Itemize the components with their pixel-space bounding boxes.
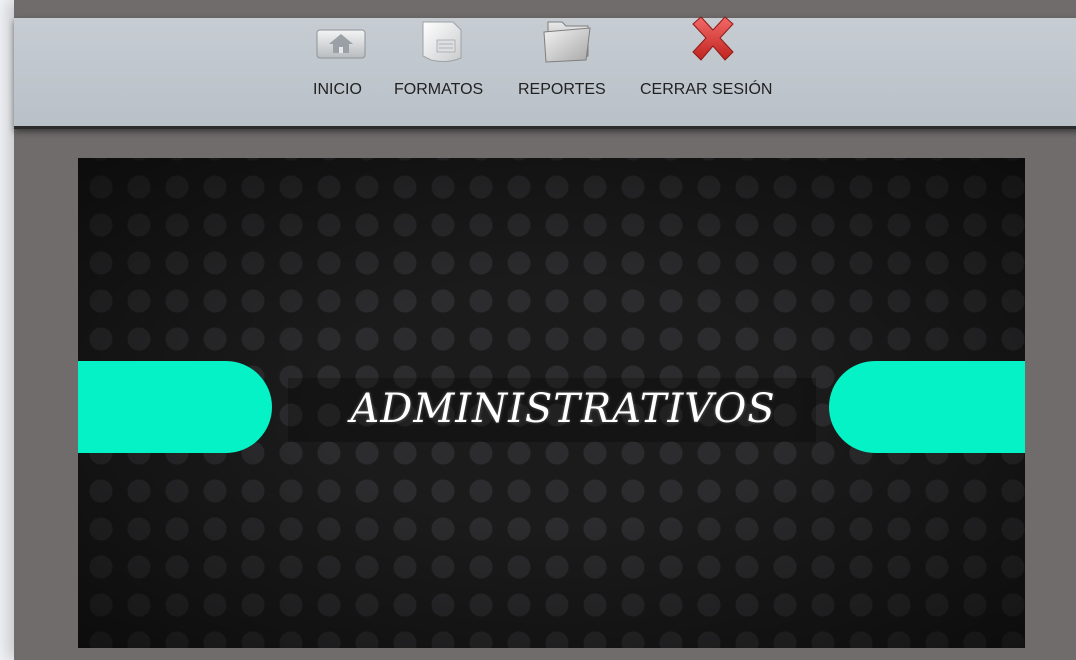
folder-icon xyxy=(543,21,591,63)
nav-item-cerrar-sesion[interactable]: CERRAR SESIÓN xyxy=(638,16,788,126)
close-icon xyxy=(692,16,734,61)
app-frame: INICIO FORMATOS REPORTES CERRAR SESIÓN A… xyxy=(14,0,1076,660)
nav-label-reportes: REPORTES xyxy=(518,81,606,98)
nav-item-formatos[interactable]: FORMATOS xyxy=(392,18,496,126)
home-icon xyxy=(316,29,366,59)
top-navigation-bar: INICIO FORMATOS REPORTES CERRAR SESIÓN xyxy=(14,16,1076,129)
nav-item-reportes[interactable]: REPORTES xyxy=(516,18,616,126)
nav-label-cerrar-sesion: CERRAR SESIÓN xyxy=(640,81,773,98)
banner-title: ADMINISTRATIVOS xyxy=(350,386,776,432)
nav-item-inicio[interactable]: INICIO xyxy=(308,18,378,126)
document-icon xyxy=(422,21,462,63)
nav-label-formatos: FORMATOS xyxy=(394,81,484,98)
hero-banner: ADMINISTRATIVOS xyxy=(78,158,1025,648)
nav-label-inicio: INICIO xyxy=(313,81,362,98)
